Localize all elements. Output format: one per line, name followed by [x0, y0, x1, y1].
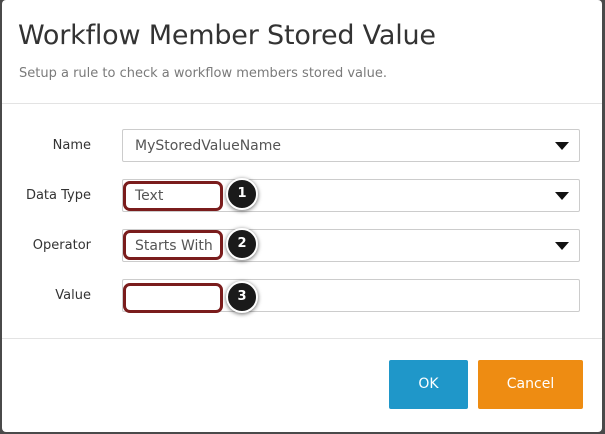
ok-button[interactable]: OK [389, 360, 468, 409]
caret-down-icon [555, 192, 569, 200]
dialog-title: Workflow Member Stored Value [18, 20, 436, 51]
value-label: Value [55, 288, 91, 303]
stored-value-dialog: Workflow Member Stored Value Setup a rul… [2, 0, 602, 432]
name-label: Name [52, 138, 91, 153]
callout-highlight-3 [123, 283, 223, 313]
dialog-subtitle: Setup a rule to check a workflow members… [19, 66, 387, 81]
callout-highlight-2 [123, 230, 223, 260]
callout-marker-3: 3 [226, 281, 258, 313]
footer-divider [2, 338, 602, 339]
callout-marker-2: 2 [226, 228, 258, 260]
data-type-label: Data Type [25, 188, 91, 203]
cancel-button[interactable]: Cancel [478, 360, 583, 409]
caret-down-icon [555, 142, 569, 150]
dialog-header: Workflow Member Stored Value Setup a rul… [2, 0, 602, 104]
name-select[interactable]: MyStoredValueName [122, 129, 580, 162]
callout-marker-1: 1 [226, 178, 258, 210]
callout-highlight-1 [123, 181, 223, 211]
operator-label: Operator [32, 238, 91, 253]
caret-down-icon [555, 242, 569, 250]
name-select-value: MyStoredValueName [135, 138, 282, 154]
